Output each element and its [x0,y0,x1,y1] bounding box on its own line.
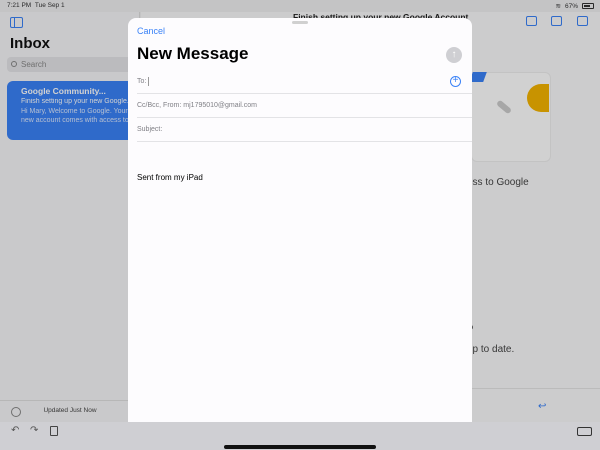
from-address: mj1795010@gmail.com [183,102,257,109]
compose-sheet: Cancel New Message ↑ To: + Cc/Bcc, From:… [128,18,472,422]
keyboard-shortcut-bar: ↶ ↷ [0,422,600,450]
clipboard-icon[interactable] [50,426,58,436]
subject-label: Subject: [137,126,163,133]
keyboard-icon[interactable] [577,427,592,436]
compose-title: New Message [137,44,249,63]
to-field[interactable]: To: + [137,70,472,94]
send-button[interactable]: ↑ [446,47,462,63]
subject-field[interactable]: Subject: [137,118,472,142]
cc-bcc-from-field[interactable]: Cc/Bcc, From: mj1795010@gmail.com [137,94,472,118]
message-body-signature[interactable]: Sent from my iPad [137,173,203,182]
undo-icon[interactable]: ↶ [11,425,19,436]
cc-bcc-from-label: Cc/Bcc, From: [137,102,182,109]
to-label: To: [137,78,147,85]
arrow-up-icon: ↑ [451,49,457,60]
text-cursor [148,76,150,86]
add-recipient-icon[interactable]: + [450,76,461,87]
sheet-grabber[interactable] [292,21,308,24]
redo-icon[interactable]: ↷ [30,425,38,436]
cancel-button[interactable]: Cancel [137,26,165,36]
home-indicator[interactable] [224,445,376,449]
